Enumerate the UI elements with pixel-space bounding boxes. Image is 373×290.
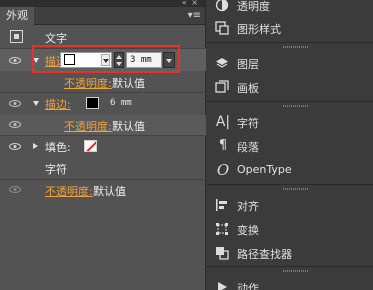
opacity-label-link[interactable]: 不透明度:	[64, 118, 112, 134]
panel-tab-bar: 外观 ▾≡	[0, 7, 205, 25]
tab-appearance[interactable]: 外观	[0, 7, 34, 25]
align-icon	[215, 198, 231, 212]
stroke-label-link[interactable]: 描边:	[45, 96, 71, 112]
character-icon: A|	[215, 114, 231, 130]
dock-item-label: 图层	[237, 58, 259, 71]
appearance-panel: « × 外观 ▾≡ 文字 描边: 3 mm 不透明度: 默认值 描边: 6 mm…	[0, 0, 206, 290]
dock-item-character[interactable]: A| 字符	[207, 111, 373, 133]
object-row[interactable]: 文字	[0, 26, 206, 48]
fill-label: 填色:	[45, 141, 71, 154]
expand-triangle-icon[interactable]	[33, 58, 39, 63]
stroke-weight-input[interactable]: 3 mm	[126, 52, 162, 68]
eye-icon[interactable]	[9, 57, 21, 64]
opacity-value: 默认值	[93, 185, 126, 198]
eye-icon[interactable]	[9, 186, 21, 193]
group-grip[interactable]	[283, 270, 309, 272]
transform-icon	[215, 222, 231, 236]
dock-item-label: 画板	[237, 82, 259, 95]
eye-icon[interactable]	[9, 121, 21, 128]
paragraph-icon: ¶	[218, 138, 228, 153]
group-divider	[207, 101, 373, 102]
eye-icon[interactable]	[9, 100, 21, 107]
group-grip[interactable]	[283, 46, 309, 48]
dock-item-label: 动作	[237, 282, 259, 290]
group-divider	[207, 266, 373, 267]
eye-icon[interactable]	[9, 143, 21, 150]
dock-item-label: 变换	[237, 224, 259, 237]
dock-item-label: 段落	[237, 141, 259, 154]
characters-row[interactable]: 字符	[0, 159, 206, 179]
dock-item-transform[interactable]: 变换	[207, 218, 373, 240]
actions-icon	[215, 280, 231, 290]
dock-item-transparency[interactable]: 透明度	[207, 0, 373, 16]
collapse-triangle-icon[interactable]	[33, 143, 38, 149]
panel-collapse-close-controls[interactable]: « ×	[182, 0, 199, 7]
group-divider	[207, 42, 373, 43]
dock-item-paragraph[interactable]: ¶ 段落	[207, 135, 373, 157]
stroke-weight-dropdown[interactable]	[163, 52, 175, 68]
dock-item-actions[interactable]: 动作	[207, 276, 373, 290]
panel-dock: 透明度 图形样式 图层 画板 A| 字符 ¶ 段落 O OpenType 对齐 …	[207, 0, 373, 290]
dock-item-opentype[interactable]: O OpenType	[207, 159, 373, 181]
opacity-row-1[interactable]: 不透明度: 默认值	[0, 72, 206, 92]
opacity-row-3[interactable]: 不透明度: 默认值	[0, 180, 206, 200]
stroke-row-1[interactable]: 描边: 3 mm	[0, 49, 206, 71]
dock-item-align[interactable]: 对齐	[207, 194, 373, 216]
dock-item-label: OpenType	[237, 163, 292, 176]
stroke-color-swatch	[64, 54, 75, 65]
panel-top-strip: « ×	[0, 0, 205, 7]
group-grip[interactable]	[283, 105, 309, 107]
graphic-styles-icon	[215, 21, 231, 35]
group-grip[interactable]	[283, 188, 309, 190]
dock-item-label: 透明度	[237, 0, 270, 13]
opentype-icon: O	[216, 161, 230, 179]
stroke-weight-value: 6 mm	[110, 98, 132, 108]
fill-none-swatch[interactable]	[84, 140, 97, 152]
fill-row[interactable]: 填色:	[0, 136, 206, 158]
stroke-color-swatch[interactable]	[86, 97, 99, 109]
opacity-row-2[interactable]: 不透明度: 默认值	[0, 115, 206, 135]
transparency-icon	[215, 0, 231, 12]
dock-item-artboards[interactable]: 画板	[207, 76, 373, 98]
opacity-value: 默认值	[112, 77, 145, 90]
stroke-weight-stepper[interactable]	[114, 52, 124, 68]
characters-label: 字符	[45, 163, 67, 176]
object-thumbnail-icon	[10, 30, 23, 43]
opacity-label-link[interactable]: 不透明度:	[45, 183, 93, 199]
stroke-row-2[interactable]: 描边: 6 mm	[0, 93, 206, 115]
pathfinder-icon	[215, 246, 231, 260]
stroke-color-picker[interactable]	[60, 52, 112, 68]
panel-menu-icon[interactable]: ▾≡	[188, 10, 201, 22]
artboards-icon	[215, 80, 231, 94]
group-divider	[207, 184, 373, 185]
dock-item-pathfinder[interactable]: 路径查找器	[207, 242, 373, 264]
opacity-value: 默认值	[112, 120, 145, 133]
dock-item-label: 图形样式	[237, 23, 281, 36]
dock-item-label: 字符	[237, 117, 259, 130]
layers-icon	[215, 56, 231, 70]
dock-item-layers[interactable]: 图层	[207, 52, 373, 74]
dock-item-label: 路径查找器	[237, 248, 292, 261]
dock-item-graphic-styles[interactable]: 图形样式	[207, 17, 373, 39]
dock-item-label: 对齐	[237, 200, 259, 213]
object-label: 文字	[45, 32, 67, 45]
expand-triangle-icon[interactable]	[33, 101, 39, 106]
opacity-label-link[interactable]: 不透明度:	[64, 75, 112, 91]
chevron-down-icon[interactable]	[101, 54, 110, 66]
